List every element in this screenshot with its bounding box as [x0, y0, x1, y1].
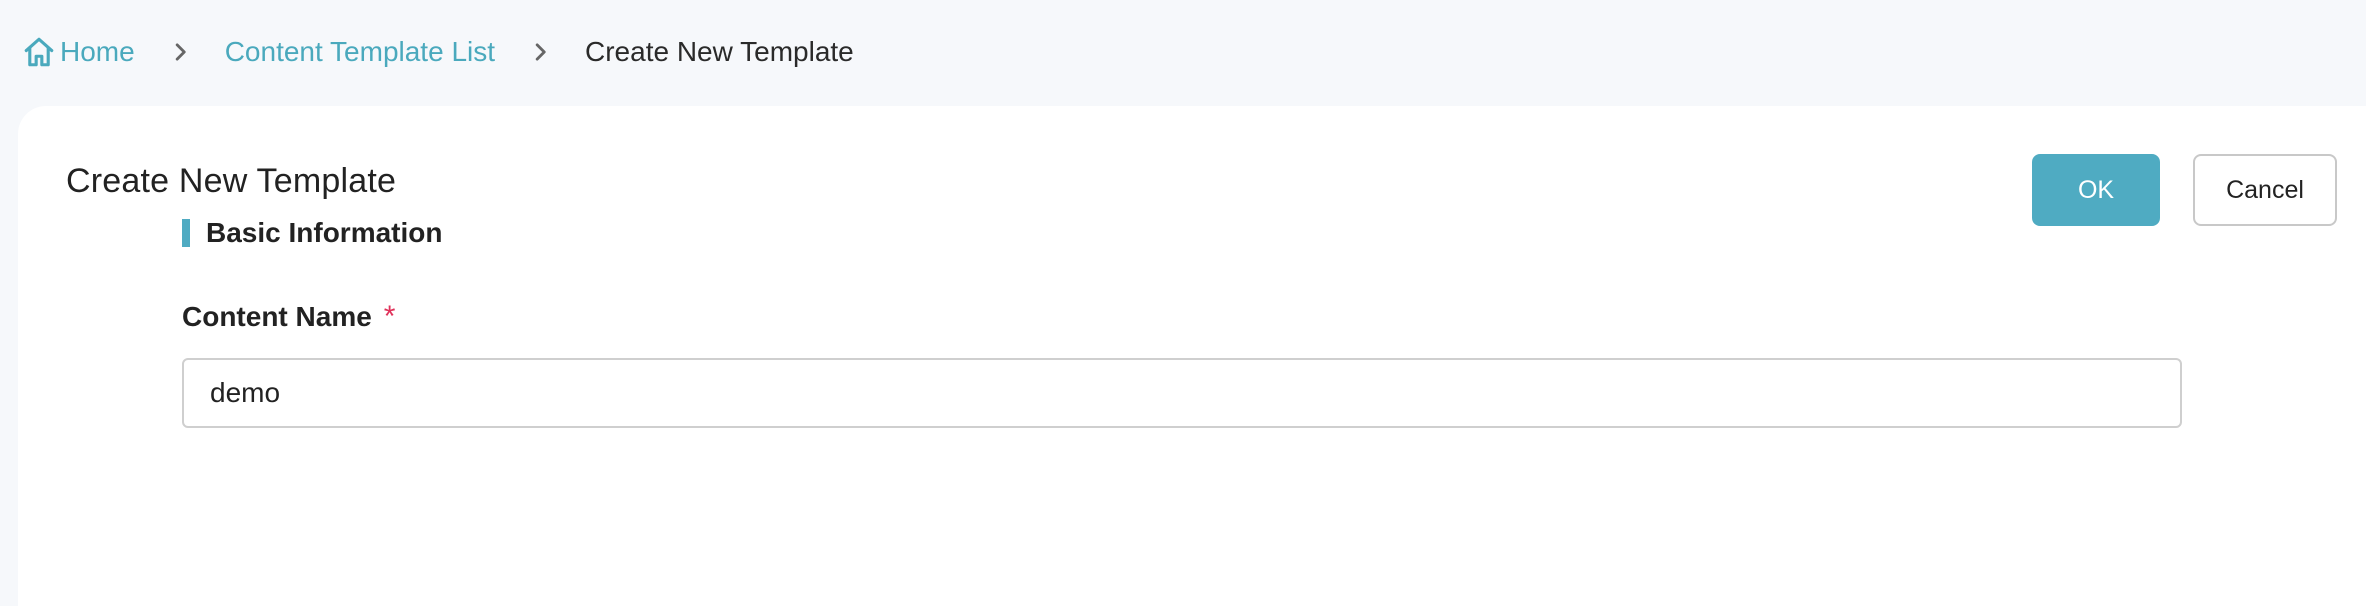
section-title: Basic Information: [206, 217, 443, 248]
breadcrumb-home-link[interactable]: Home: [22, 35, 135, 69]
content-name-input[interactable]: [182, 358, 2182, 428]
breadcrumb-home-label: Home: [60, 36, 135, 67]
breadcrumb-current: Create New Template: [585, 36, 854, 67]
content-name-label-row: Content Name *: [182, 300, 395, 334]
ok-button[interactable]: OK: [2032, 154, 2160, 226]
section-header: Basic Information: [182, 215, 442, 251]
cancel-button[interactable]: Cancel: [2193, 154, 2337, 226]
chevron-right-icon: [535, 43, 546, 61]
required-marker: *: [383, 300, 396, 333]
section-accent-bar: [182, 219, 190, 247]
content-card: Create New Template OK Cancel: [18, 106, 2366, 606]
page-title: Create New Template: [66, 162, 397, 200]
content-name-label: Content Name: [182, 301, 372, 332]
home-icon: [24, 37, 54, 67]
breadcrumb: Home Content Template List Create New Te…: [22, 0, 854, 104]
chevron-right-icon: [175, 43, 186, 61]
breadcrumb-template-list-link[interactable]: Content Template List: [225, 36, 495, 68]
